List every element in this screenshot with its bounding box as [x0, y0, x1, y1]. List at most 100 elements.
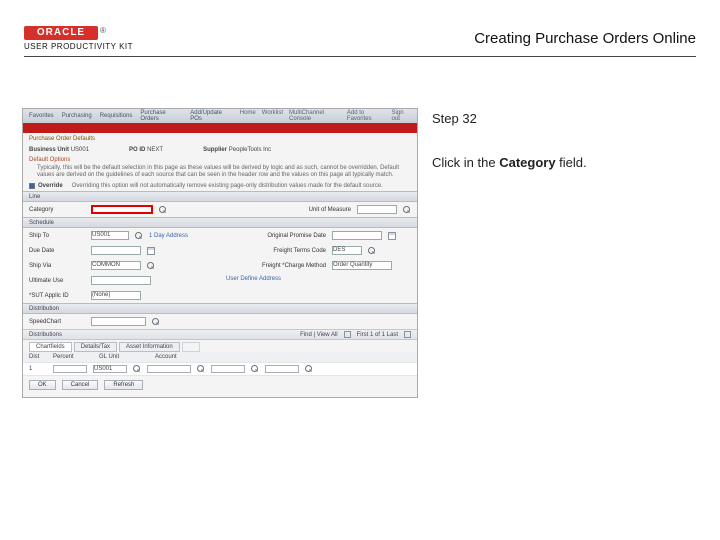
speedchart-field[interactable]	[91, 317, 146, 326]
section-schedule: Schedule	[23, 217, 417, 228]
section-line: Line	[23, 191, 417, 202]
freight-terms-label: Freight Terms Code	[226, 248, 326, 254]
link-add-fav[interactable]: Add to Favorites	[347, 110, 386, 122]
section-default-options: Default Options	[23, 155, 417, 165]
category-label: Category	[29, 207, 85, 213]
link-signout[interactable]: Sign out	[392, 110, 411, 122]
uom-label: Unit of Measure	[251, 207, 351, 213]
supplier-label: Supplier	[203, 147, 227, 153]
instruction-post: field.	[556, 155, 587, 170]
grid-header: Distributions Find | View All First 1 of…	[23, 329, 417, 340]
link-home[interactable]: Home	[240, 110, 256, 122]
instruction-bold: Category	[499, 155, 555, 170]
ultuse-field[interactable]	[91, 276, 151, 285]
table-row: 1 US001	[23, 363, 417, 376]
cell-dist: 1	[29, 366, 47, 372]
tab-requisitions[interactable]: Requisitions	[100, 113, 133, 119]
lookup-icon[interactable]	[152, 318, 160, 326]
pager-first-icon[interactable]	[344, 331, 351, 338]
cancel-button[interactable]: Cancel	[62, 380, 99, 390]
duedate-label: Due Date	[29, 248, 85, 254]
speedchart-label: SpeedChart	[29, 319, 85, 325]
link-worklist[interactable]: Worklist	[262, 110, 283, 122]
pager-last-icon[interactable]	[404, 331, 411, 338]
lookup-icon[interactable]	[368, 247, 376, 255]
header-divider	[24, 56, 696, 57]
grid-tab-more-icon[interactable]	[182, 342, 200, 352]
grid-tab-details[interactable]: Details/Tax	[74, 342, 117, 352]
instruction-text: Click in the Category field.	[432, 154, 692, 172]
lookup-icon[interactable]	[197, 365, 205, 373]
cell-gl-input[interactable]: US001	[93, 365, 127, 373]
cell-percent-input[interactable]	[53, 365, 87, 373]
tab-purchase-orders[interactable]: Purchase Orders	[140, 110, 182, 122]
lookup-icon[interactable]	[159, 206, 167, 214]
col-glunit: GL Unit	[99, 354, 149, 360]
refresh-button[interactable]: Refresh	[104, 380, 143, 390]
category-field[interactable]	[91, 205, 153, 214]
user-define-address-link[interactable]: User Define Address	[226, 276, 281, 282]
grid-find[interactable]: Find | View All	[300, 332, 337, 338]
tab-purchasing[interactable]: Purchasing	[62, 113, 92, 119]
link-mcc[interactable]: MultiChannel Console	[289, 110, 341, 122]
breadcrumb: Purchase Order Defaults	[23, 133, 417, 145]
lookup-icon[interactable]	[133, 365, 141, 373]
duedate-field[interactable]	[91, 246, 141, 255]
lookup-icon[interactable]	[403, 206, 411, 214]
instruction-panel: Step 32 Click in the Category field.	[432, 110, 692, 172]
cell-account-input[interactable]	[147, 365, 191, 373]
shipto-field[interactable]: US001	[91, 231, 129, 240]
freight-charge-label: Freight *Charge Method	[226, 263, 326, 269]
lookup-icon[interactable]	[305, 365, 313, 373]
section-distribution: Distribution	[23, 303, 417, 314]
grid-title: Distributions	[29, 332, 62, 338]
poid-label: PO ID	[129, 147, 145, 153]
page-title: Creating Purchase Orders Online	[474, 30, 696, 47]
ultuse-label: Ultimate Use	[29, 278, 85, 284]
shipto-label: Ship To	[29, 233, 85, 239]
calendar-icon[interactable]	[147, 247, 155, 255]
brand-logo: ORACLE ® USER PRODUCTIVITY KIT	[24, 26, 133, 51]
override-label: Override	[38, 183, 63, 189]
lookup-icon[interactable]	[147, 262, 155, 270]
supplier-value: PeopleTools Inc	[229, 147, 271, 153]
tab-add-update-pos[interactable]: Add/Update POs	[190, 110, 232, 122]
bu-value: US001	[71, 147, 89, 153]
col-dist: Dist	[29, 354, 47, 360]
app-screenshot: Favorites Purchasing Requisitions Purcha…	[22, 108, 418, 398]
cell-extra-input[interactable]	[211, 365, 245, 373]
freight-charge-field[interactable]: Order Quantity	[332, 261, 392, 270]
col-percent: Percent	[53, 354, 93, 360]
instruction-pre: Click in the	[432, 155, 499, 170]
cell-extra-input[interactable]	[265, 365, 299, 373]
lookup-icon[interactable]	[135, 232, 143, 240]
brand-subline: USER PRODUCTIVITY KIT	[24, 42, 133, 51]
registered-mark: ®	[100, 26, 106, 35]
tab-favorites[interactable]: Favorites	[29, 113, 54, 119]
freight-terms-field[interactable]: DES	[332, 246, 362, 255]
grid-pager: First 1 of 1 Last	[357, 332, 398, 338]
calendar-icon[interactable]	[388, 232, 396, 240]
defaults-blurb-2: Overriding this option will not automati…	[72, 183, 383, 189]
step-label: Step 32	[432, 110, 692, 128]
oracle-wordmark: ORACLE	[24, 26, 98, 40]
override-checkbox[interactable]	[29, 183, 35, 189]
poid-value: NEXT	[147, 147, 163, 153]
shipto-extra[interactable]: 1 Day Address	[149, 233, 188, 239]
shipvia-label: Ship Via	[29, 263, 85, 269]
bu-label: Business Unit	[29, 147, 69, 153]
origprom-label: Original Promise Date	[226, 233, 326, 239]
top-links: Home Worklist MultiChannel Console Add t…	[240, 110, 411, 122]
defaults-blurb-1: Typically, this will be the default sele…	[23, 165, 417, 181]
ok-button[interactable]: OK	[29, 380, 56, 390]
app-tabbar: Favorites Purchasing Requisitions Purcha…	[23, 109, 417, 123]
sut-label: *SUT Applic ID	[29, 293, 85, 299]
col-account: Account	[155, 354, 215, 360]
grid-tab-asset[interactable]: Asset Information	[119, 342, 180, 352]
grid-tab-chartfields[interactable]: Chartfields	[29, 342, 72, 352]
origprom-field[interactable]	[332, 231, 382, 240]
shipvia-field[interactable]: COMMON	[91, 261, 141, 270]
uom-field[interactable]	[357, 205, 397, 214]
lookup-icon[interactable]	[251, 365, 259, 373]
sut-field[interactable]: (None)	[91, 291, 141, 300]
